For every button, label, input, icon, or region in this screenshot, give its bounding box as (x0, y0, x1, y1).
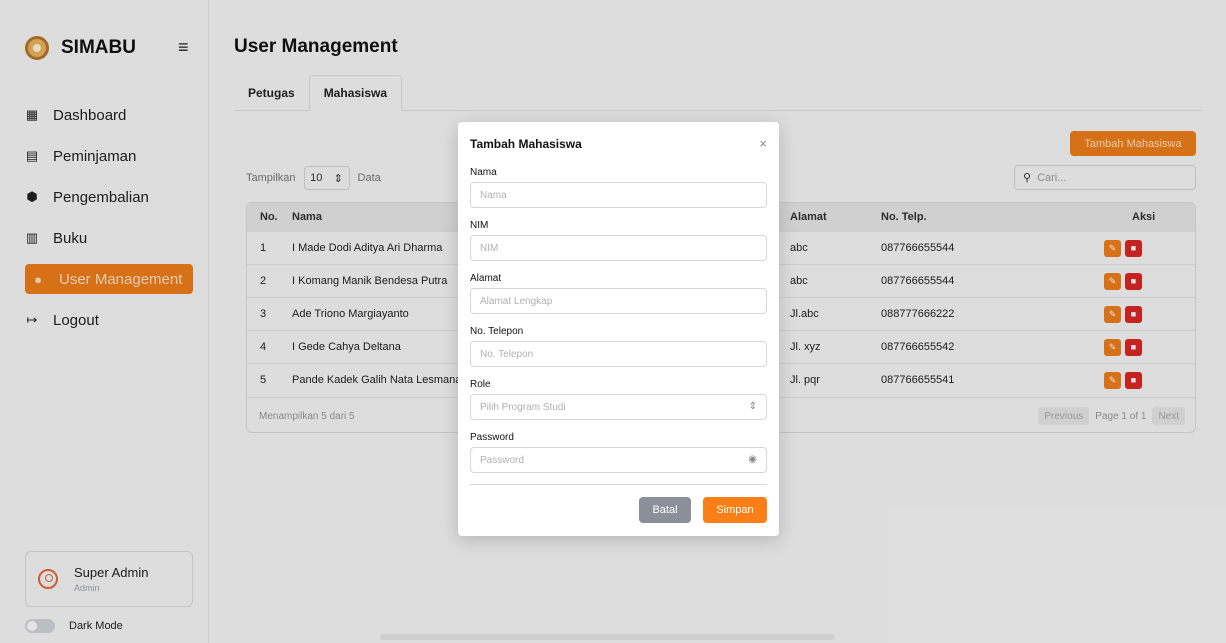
modal-divider (470, 484, 767, 485)
telepon-label: No. Telepon (470, 326, 524, 337)
telepon-input[interactable]: No. Telepon (470, 341, 767, 367)
horizontal-scrollbar[interactable] (380, 634, 835, 640)
cancel-button[interactable]: Batal (639, 497, 691, 523)
telepon-placeholder: No. Telepon (480, 348, 534, 360)
chevron-updown-icon: ⇕ (748, 401, 757, 412)
close-icon[interactable]: × (759, 136, 767, 151)
eye-icon[interactable]: ◉ (748, 454, 757, 465)
alamat-placeholder: Alamat Lengkap (480, 295, 553, 307)
role-select[interactable]: Pilih Program Studi ⇕ (470, 394, 767, 420)
alamat-label: Alamat (470, 273, 502, 284)
nim-label: NIM (470, 220, 489, 231)
role-label: Role (470, 379, 491, 390)
alamat-input[interactable]: Alamat Lengkap (470, 288, 767, 314)
nama-label: Nama (470, 167, 497, 178)
password-label: Password (470, 432, 514, 443)
nama-input[interactable]: Nama (470, 182, 767, 208)
password-input[interactable]: Password ◉ (470, 447, 767, 473)
password-placeholder: Password (480, 454, 524, 466)
nim-placeholder: NIM (480, 242, 499, 254)
role-placeholder: Pilih Program Studi (480, 401, 566, 413)
add-mahasiswa-modal: Tambah Mahasiswa × Nama Nama NIM NIM Ala… (458, 122, 779, 536)
modal-title: Tambah Mahasiswa (470, 137, 582, 151)
save-button[interactable]: Simpan (703, 497, 767, 523)
nim-input[interactable]: NIM (470, 235, 767, 261)
nama-placeholder: Nama (480, 189, 507, 201)
